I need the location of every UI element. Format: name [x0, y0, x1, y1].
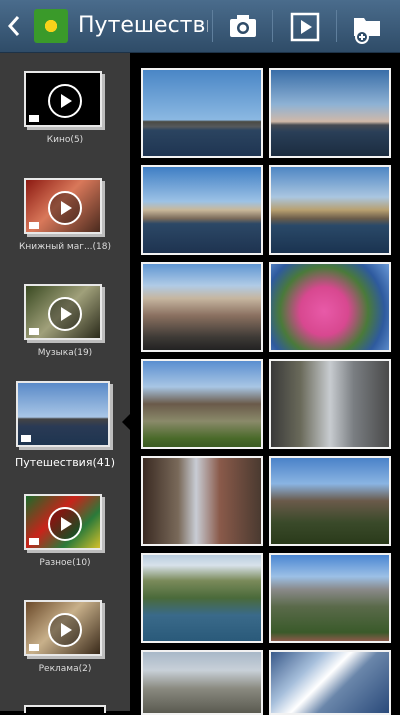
album-label: Путешествия(41) — [14, 456, 116, 469]
album-cover — [24, 284, 102, 340]
photo-thumbnail[interactable] — [269, 359, 391, 449]
new-folder-button[interactable] — [340, 6, 394, 46]
photo-thumbnail[interactable] — [141, 262, 263, 352]
folder-icon — [21, 435, 31, 442]
photo-thumbnail[interactable] — [269, 553, 391, 643]
play-icon — [48, 507, 82, 541]
album-cover — [16, 381, 110, 447]
album-label: Музыка(19) — [37, 348, 93, 358]
album-item-knizhny[interactable]: Книжный маг...(18) — [0, 178, 130, 258]
album-cover — [24, 494, 102, 550]
album-label: Реклама(2) — [38, 664, 92, 674]
photo-thumbnail[interactable] — [269, 456, 391, 546]
album-item-kino[interactable]: Кино(5) — [0, 71, 130, 151]
folder-icon — [29, 115, 39, 122]
album-cover-partial[interactable] — [24, 705, 106, 713]
album-cover — [24, 600, 102, 656]
album-item-reklama[interactable]: Реклама(2) — [0, 600, 130, 680]
slideshow-button[interactable] — [278, 6, 332, 46]
photo-thumbnail[interactable] — [269, 165, 391, 255]
photo-thumbnail[interactable] — [141, 456, 263, 546]
play-icon — [48, 297, 82, 331]
album-label: Разное(10) — [39, 558, 91, 568]
gallery-app-icon — [34, 9, 68, 43]
play-icon — [48, 191, 82, 225]
divider — [272, 10, 273, 42]
selection-pointer — [122, 412, 132, 432]
album-cover — [24, 71, 102, 127]
album-item-muzyka[interactable]: Музыка(19) — [0, 284, 130, 364]
photo-thumbnail[interactable] — [269, 68, 391, 158]
album-label: Кино(5) — [46, 135, 84, 145]
back-chevron-icon[interactable] — [6, 14, 24, 38]
album-list: Кино(5) Книжный маг...(18) Музыка(19) Пу… — [0, 53, 130, 713]
play-icon — [48, 84, 82, 118]
folder-icon — [29, 644, 39, 651]
photo-thumbnail[interactable] — [141, 650, 263, 715]
new-folder-icon — [354, 18, 380, 44]
folder-icon — [29, 222, 39, 229]
folder-icon — [29, 328, 39, 335]
divider — [212, 10, 213, 42]
album-item-puteshestviya[interactable]: Путешествия(41) — [0, 381, 130, 471]
album-label: Книжный маг...(18) — [18, 242, 112, 252]
photo-thumbnail[interactable] — [141, 68, 263, 158]
play-icon — [48, 613, 82, 647]
album-cover — [24, 178, 102, 234]
camera-button[interactable] — [216, 6, 270, 46]
photo-thumbnail[interactable] — [269, 650, 391, 715]
slideshow-play-icon — [290, 12, 320, 42]
action-bar: Путешествия — [0, 0, 400, 53]
album-item-raznoe[interactable]: Разное(10) — [0, 494, 130, 574]
photo-thumbnail[interactable] — [141, 359, 263, 449]
folder-icon — [29, 538, 39, 545]
divider — [336, 10, 337, 42]
photo-thumbnail[interactable] — [141, 553, 263, 643]
photo-thumbnail[interactable] — [269, 262, 391, 352]
photo-thumbnail[interactable] — [141, 165, 263, 255]
camera-icon — [230, 15, 256, 37]
album-title: Путешествия — [78, 13, 208, 38]
